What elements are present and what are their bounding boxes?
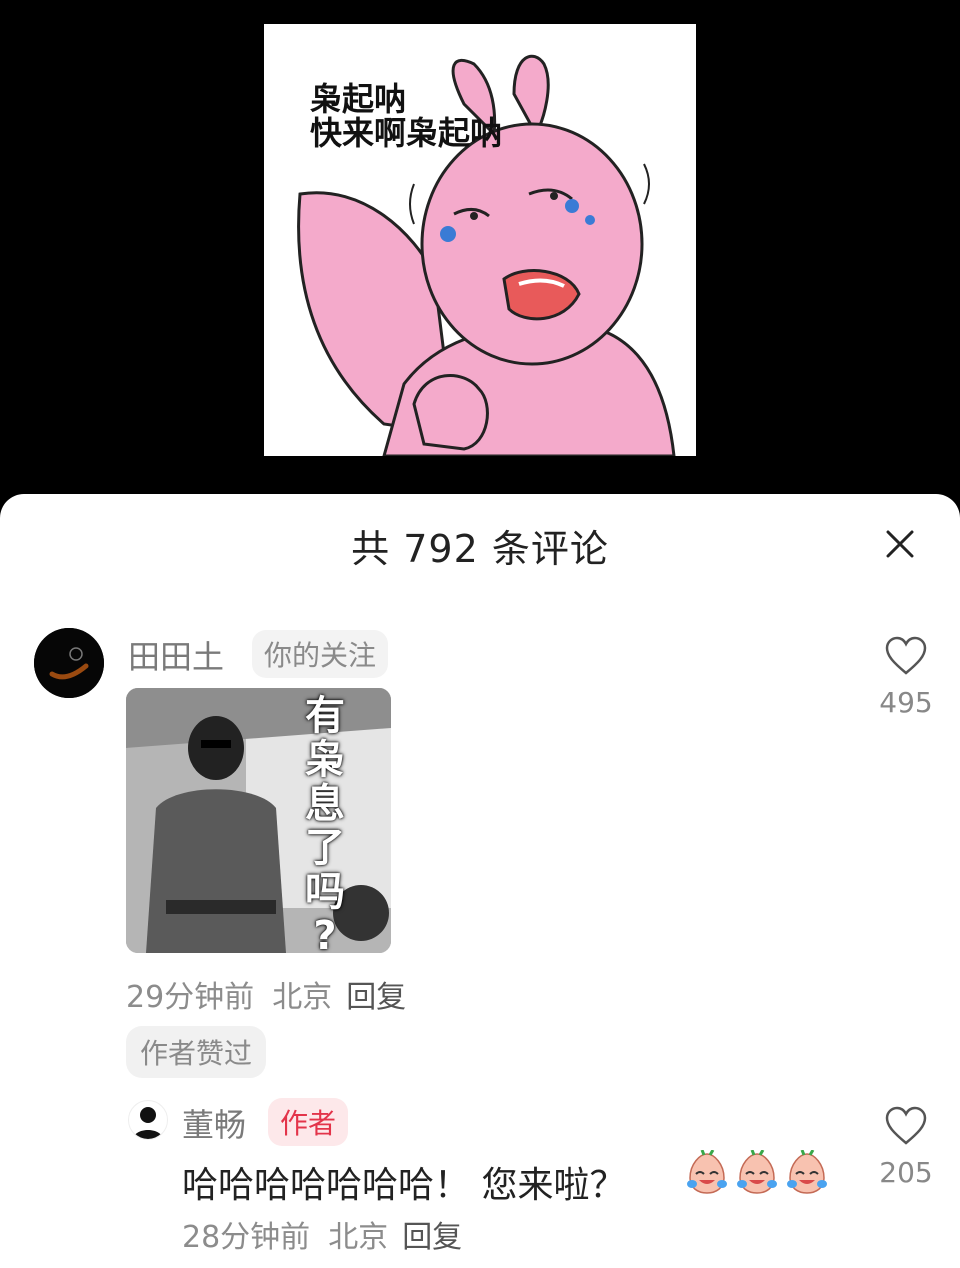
heart-icon (885, 1106, 927, 1145)
comment-meta: 29分钟前 北京 回复 (126, 972, 406, 1016)
comment-count-title: 共 792 条评论 (351, 527, 609, 571)
close-icon (886, 530, 914, 558)
silhouette-avatar-image (133, 1107, 163, 1139)
emoji-row (684, 1150, 830, 1198)
reply-button[interactable]: 回复 (346, 980, 406, 1015)
avatar-image (34, 628, 104, 698)
reply-meta: 28分钟前 北京 回复 (182, 1212, 462, 1256)
comment-location: 北京 (272, 980, 333, 1015)
person-photo (126, 688, 391, 953)
post-sticker-image[interactable]: 枭起呐 快来啊枭起呐 (264, 24, 696, 456)
like-button[interactable] (884, 636, 928, 676)
heart-icon (885, 636, 927, 675)
author-liked-badge: 作者赞过 (126, 1026, 267, 1078)
crying-laugh-emoji-icon (737, 1150, 777, 1194)
reply-like-button[interactable] (884, 1106, 928, 1146)
reply-location: 北京 (328, 1220, 389, 1255)
crying-laugh-emoji-icon (787, 1150, 827, 1194)
reply-text: 哈哈哈哈哈哈哈！ 您来啦？ (182, 1165, 626, 1206)
avatar[interactable] (34, 628, 104, 698)
crying-laugh-emoji-icon (687, 1150, 727, 1194)
comment-username[interactable]: 田田土 (128, 632, 224, 678)
reply-like-count: 205 (879, 1156, 933, 1189)
comment-time: 29分钟前 (126, 980, 255, 1015)
image-caption: 有 枭 息 了 吗 ? (305, 693, 345, 953)
reply-time: 28分钟前 (182, 1220, 311, 1255)
like-count: 495 (879, 686, 933, 719)
comment-sheet: 共 792 条评论 田田土 你的关注 495 有 枭 息 了 吗 ? 29分钟前… (0, 494, 960, 1268)
reply-reply-button[interactable]: 回复 (402, 1220, 462, 1255)
author-tag: 作者 (268, 1098, 349, 1146)
following-tag: 你的关注 (252, 630, 389, 678)
close-button[interactable] (880, 524, 920, 564)
comment-page: 枭起呐 快来啊枭起呐 共 792 条评论 田田土 你的关注 495 有 枭 息 … (0, 0, 960, 1268)
reply-username[interactable]: 董畅 (182, 1100, 246, 1146)
reply-avatar[interactable] (128, 1100, 168, 1140)
comment-image[interactable]: 有 枭 息 了 吗 ? (126, 688, 391, 953)
sticker-caption: 枭起呐 快来啊枭起呐 (310, 80, 503, 152)
